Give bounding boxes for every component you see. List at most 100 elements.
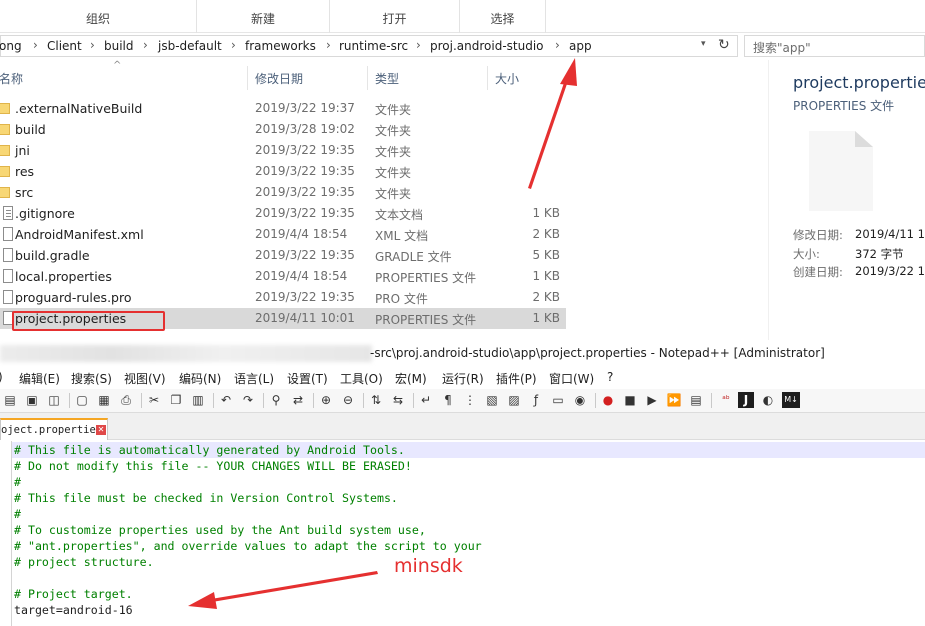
close-icon[interactable]: ✕ [96,425,106,435]
menu-plugins[interactable]: 插件(P) [496,370,537,387]
close-all-icon[interactable]: ▦ [96,392,112,408]
file-row[interactable]: jni 2019/3/22 19:35 文件夹 [0,140,566,161]
file-row[interactable]: .gitignore 2019/3/22 19:35 文本文档 1 KB [0,203,566,224]
file-row[interactable]: src 2019/3/22 19:35 文件夹 [0,182,566,203]
column-divider[interactable] [367,66,368,90]
ribbon-group-organize[interactable]: 组织 [0,0,197,33]
menu-run[interactable]: 运行(R) [442,370,484,387]
breadcrumb-item[interactable]: runtime-src [339,39,408,53]
undo-icon[interactable]: ↶ [218,392,234,408]
show-all-chars-icon[interactable]: ¶ [440,392,456,408]
file-row[interactable]: local.properties 2019/4/4 18:54 PROPERTIES… [0,266,566,287]
breadcrumb-separator-icon[interactable]: › [231,38,236,52]
menu-tools[interactable]: 工具(O) [340,370,383,387]
breadcrumb-separator-icon[interactable]: › [33,38,38,52]
indent-guide-icon[interactable]: ⋮ [462,392,478,408]
refresh-icon[interactable]: ↻ [718,37,730,53]
breadcrumb-item[interactable]: proj.android-studio [430,39,544,53]
save-icon[interactable]: ▣ [24,392,40,408]
breadcrumb-separator-icon[interactable]: › [555,38,560,52]
copy-icon[interactable]: ❐ [168,392,184,408]
save-macro-icon[interactable]: ▤ [688,392,704,408]
breadcrumb-item[interactable]: Client [47,39,82,53]
stop-macro-icon[interactable]: ■ [622,392,638,408]
ribbon-label: 组织 [85,12,110,26]
ribbon-group-new[interactable]: 新建 [197,0,330,33]
plugin-icon[interactable]: ◐ [760,392,776,408]
find-icon[interactable]: ⚲ [268,392,284,408]
breadcrumb-item[interactable]: frameworks [245,39,316,53]
address-bar[interactable]: ong › Client › build › jsb-default › fra… [0,35,738,57]
code-editor[interactable]: # This file is automatically generated b… [0,441,925,626]
sync-horizontal-icon[interactable]: ⇆ [390,392,406,408]
zoom-in-icon[interactable]: ⊕ [318,392,334,408]
window-title: -src\proj.android-studio\app\project.pro… [370,346,825,360]
breadcrumb-separator-icon[interactable]: › [416,38,421,52]
column-divider[interactable] [487,66,488,90]
breadcrumb-separator-icon[interactable]: › [143,38,148,52]
paste-icon[interactable]: ▥ [190,392,206,408]
menu-macro[interactable]: 宏(M) [395,370,427,387]
code-line: # Project target. [14,587,133,601]
monitor-icon[interactable]: ◉ [572,392,588,408]
file-type: 文件夹 [375,166,412,180]
column-header-date[interactable]: 修改日期 [255,70,303,87]
replace-icon[interactable]: ⇄ [290,392,306,408]
run-macro-multiple-icon[interactable]: ⏩ [666,392,682,408]
file-date: 2019/3/22 19:35 [255,164,355,178]
open-icon[interactable]: ▤ [2,392,18,408]
text-file-icon [3,206,13,220]
column-header-type[interactable]: 类型 [375,70,399,87]
breadcrumb-separator-icon[interactable]: › [326,38,331,52]
search-input[interactable]: 搜索"app" [744,35,925,57]
menu-file[interactable]: ) [0,370,3,384]
file-row[interactable]: proguard-rules.pro 2019/3/22 19:35 PRO 文件 2… [0,287,566,308]
toolbar-separator [711,393,712,408]
menu-language[interactable]: 语言(L) [234,370,274,387]
close-icon[interactable]: ▢ [74,392,90,408]
markdown-icon[interactable]: M↓ [782,392,800,408]
chevron-down-icon[interactable]: ▾ [701,39,706,49]
menu-help[interactable]: ? [607,370,613,384]
notepad-title-bar[interactable]: -src\proj.android-studio\app\project.pro… [0,340,925,367]
file-row[interactable]: .externalNativeBuild 2019/3/22 19:37 文件夹 [0,98,566,119]
doc-map-icon[interactable]: ▨ [506,392,522,408]
redo-icon[interactable]: ↷ [240,392,256,408]
ribbon-group-select[interactable]: 选择 [460,0,546,33]
folder-workspace-icon[interactable]: ▭ [550,392,566,408]
breadcrumb-item-current[interactable]: app [569,39,592,53]
function-list-icon[interactable]: ƒ [528,392,544,408]
menu-search[interactable]: 搜索(S) [71,370,112,387]
breadcrumb-item[interactable]: jsb-default [158,39,222,53]
ribbon-group-open[interactable]: 打开 [330,0,460,33]
menu-window[interactable]: 窗口(W) [549,370,594,387]
column-divider[interactable] [247,66,248,90]
tab-project-properties[interactable]: oject.properties ✕ [0,418,108,440]
file-row[interactable]: build.gradle 2019/3/22 19:35 GRADLE 文件 5 KB [0,245,566,266]
column-header-size[interactable]: 大小 [495,70,519,87]
zoom-out-icon[interactable]: ⊖ [340,392,356,408]
menu-view[interactable]: 视图(V) [124,370,166,387]
save-all-icon[interactable]: ◫ [46,392,62,408]
menu-edit[interactable]: 编辑(E) [19,370,60,387]
code-line: # To customize properties used by the An… [14,523,426,537]
play-macro-icon[interactable]: ▶ [644,392,660,408]
breadcrumb-item[interactable]: ong [0,39,22,53]
file-row[interactable]: build 2019/3/28 19:02 文件夹 [0,119,566,140]
file-size: 5 KB [532,248,560,262]
column-header-name[interactable]: 名称 [0,70,23,87]
udl-icon[interactable]: ▧ [484,392,500,408]
breadcrumb-item[interactable]: build [104,39,134,53]
spell-check-icon[interactable]: ᵃᵇ [716,392,736,408]
sync-vertical-icon[interactable]: ⇅ [368,392,384,408]
cut-icon[interactable]: ✂ [146,392,162,408]
print-icon[interactable]: ⎙ [118,392,134,408]
menu-encoding[interactable]: 编码(N) [179,370,221,387]
menu-settings[interactable]: 设置(T) [287,370,328,387]
file-row[interactable]: res 2019/3/22 19:35 文件夹 [0,161,566,182]
file-row[interactable]: AndroidManifest.xml 2019/4/4 18:54 XML 文档 2… [0,224,566,245]
breadcrumb-separator-icon[interactable]: › [90,38,95,52]
j-icon[interactable]: J [738,392,754,408]
word-wrap-icon[interactable]: ↵ [418,392,434,408]
record-macro-icon[interactable]: ● [600,392,616,408]
